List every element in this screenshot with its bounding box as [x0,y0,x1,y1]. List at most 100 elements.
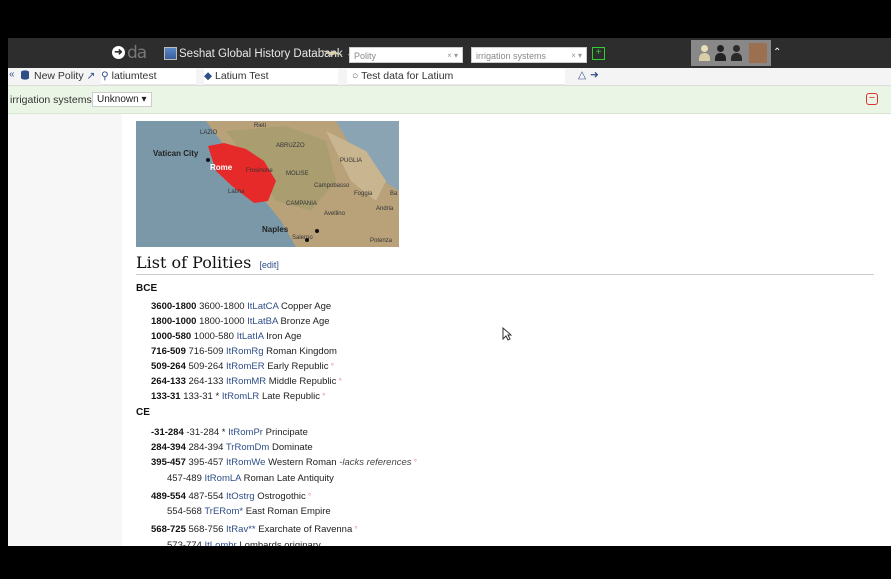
page-section-heading: List of Polities [edit] [136,253,874,275]
polity-star: * [212,391,220,402]
comment-value: Test data for Latium [361,70,454,82]
search-text: ⚲ latiumtest [101,70,157,82]
polity-row: 554-568 TrERom* East Roman Empire [167,506,331,517]
polity-link[interactable]: ItRomRg [226,346,263,357]
polity-row: 716-509 716-509 ItRomRg Roman Kingdom [151,346,337,357]
polity-search-field[interactable]: ⚲ latiumtest [101,69,196,85]
polity-row: 133-31 133-31 * ItRomLR Late Republic ° [151,391,325,402]
polity-select-value: Polity [354,51,377,61]
site-logo-icon [164,47,177,60]
section-title: List of Polities [136,253,252,272]
polity-link[interactable]: ItLombr [205,540,237,546]
filter-dropdown[interactable]: Unknown ▾ [92,92,152,107]
user-group: ⌃ [691,40,781,66]
polity-link[interactable]: TrERom* [204,506,243,517]
polity-link[interactable]: ItLatIA [237,331,264,342]
filter-label: irrigation systems: [10,94,95,106]
polity-name: Principate [265,427,308,438]
polity-span: 487-554 [188,491,224,502]
polity-span: 395-457 [188,457,224,468]
polity-marker: ° [352,525,358,534]
polity-span: 133-31 [183,391,213,402]
polity-row: 264-133 264-133 ItRomMR Middle Republic … [151,376,342,387]
polity-name: Iron Age [266,331,302,342]
polity-row: 489-554 487-554 ItOstrg Ostrogothic ° [151,491,311,502]
app-screen: ➜ da Seshat Global History Databank ⌄ Po… [8,38,891,546]
add-variable-icon[interactable]: + [592,47,605,60]
polity-span: 1800-1000 [199,316,245,327]
variable-filter-bar: irrigation systems: Unknown ▾ − [8,86,891,114]
mouse-cursor-icon [502,327,512,341]
polity-span: 284-394 [188,442,224,453]
avatar[interactable] [749,43,767,63]
polity-marker: ° [411,458,417,467]
polity-link[interactable]: ItRomWe [226,457,265,468]
polity-marker: ° [336,377,342,386]
polity-select[interactable]: Polity × ▾ [349,47,463,63]
collapse-icon[interactable]: « [9,69,15,80]
polity-name: Dominate [271,442,313,453]
drone-icon [321,50,343,56]
polity-link[interactable]: ItLatBA [247,316,278,327]
flask-icon[interactable]: △ [578,69,586,81]
polity-link[interactable]: ItRomLA [205,473,241,484]
map-label: Avellino [324,211,345,217]
polity-marker: ° [328,362,334,371]
comment-text: ○ Test data for Latium [352,70,453,82]
comment-icon: ○ [352,70,359,82]
chevron-up-icon[interactable]: ⌃ [773,47,781,58]
map-label: Latina [228,189,245,195]
new-polity-label: New Polity [34,70,84,82]
back-circle-icon[interactable]: ➜ [112,46,125,59]
polity-name-text: ◆ Latium Test [204,70,269,82]
user-icon[interactable] [715,45,726,61]
polity-span: 3600-1800 [199,301,245,312]
logo[interactable]: da [127,43,147,63]
polity-link[interactable]: ItLatCA [247,301,278,312]
polity-link[interactable]: ItOstrg [226,491,255,502]
polity-span: 1000-580 [193,331,234,342]
map-label: Naples [262,225,289,234]
polity-link[interactable]: TrRomDm [226,442,269,453]
map-label: Frosinone [246,168,273,174]
bce-heading: BCE [136,283,158,294]
map-label: Ba [390,191,398,197]
polity-link[interactable]: ItRomPr [228,427,263,438]
polity-span: 568-756 [188,524,224,535]
polity-link[interactable]: ItRomER [226,361,265,372]
polity-link[interactable]: ItRav** [226,524,256,535]
new-polity-button[interactable]: New Polity ↗ [20,70,95,82]
variable-select[interactable]: irrigation systems × ▾ [471,47,587,63]
polity-range: 1800-1000 [151,316,197,327]
main-content: LAZIO Rieti ABRUZZO Vatican City Rome Fr… [8,114,891,546]
database-icon [21,70,29,80]
polity-span: 509-264 [188,361,224,372]
user-icon[interactable] [731,45,742,61]
polity-range: 3600-1800 [151,301,197,312]
polity-name: Western Roman [268,457,337,468]
select-clear-icon[interactable]: × ▾ [447,48,458,64]
polity-name: Roman Late Antiquity [243,473,334,484]
edit-link[interactable]: [edit] [259,260,279,270]
select-clear-icon[interactable]: × ▾ [571,48,582,64]
polity-name: Middle Republic [268,376,337,387]
map-label: PUGLIA [340,158,363,164]
user-icon[interactable] [699,45,710,61]
map-label: Foggia [354,191,373,197]
polity-name-field[interactable]: ◆ Latium Test [204,69,338,85]
map-label: Rome [210,163,233,172]
polity-name: Ostrogothic [257,491,306,502]
polity-name: Bronze Age [280,316,330,327]
remove-filter-icon[interactable]: − [866,93,878,105]
comment-field[interactable]: ○ Test data for Latium [347,69,565,85]
polity-range: -31-284 [151,427,184,438]
sign-in-icon[interactable]: ➜ [590,69,599,81]
polity-link[interactable]: ItRomLR [222,391,259,402]
polity-link[interactable]: ItRomMR [226,376,266,387]
polity-range: 264-133 [151,376,186,387]
polity-range: 133-31 [151,391,181,402]
polity-range: 284-394 [151,442,186,453]
polity-range: 1000-580 [151,331,192,342]
polity-range: 489-554 [151,491,186,502]
polity-name: Early Republic [267,361,329,372]
